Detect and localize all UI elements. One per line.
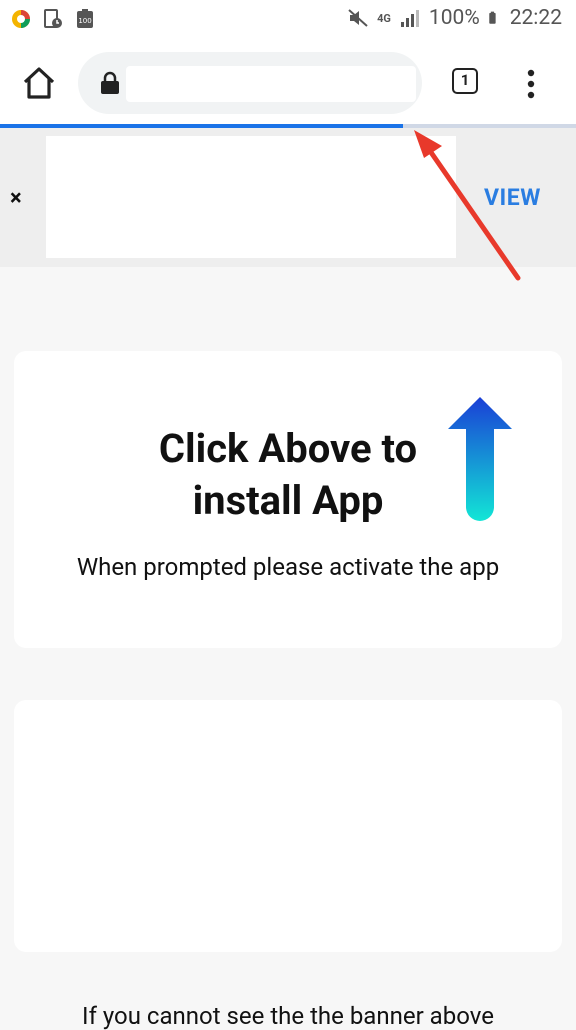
install-instructions-card: Click Above to install App When prompted…: [14, 351, 562, 648]
omnibox[interactable]: [78, 52, 422, 114]
battery-percent: 100%: [428, 6, 480, 30]
tab-switcher-button[interactable]: 1: [452, 68, 478, 94]
clock: 22:22: [509, 6, 562, 30]
banner-view-button[interactable]: VIEW: [484, 184, 541, 211]
url-input[interactable]: [126, 66, 416, 102]
svg-text:100: 100: [78, 17, 91, 25]
file-clock-icon: [44, 9, 62, 28]
status-left-icons: 100: [10, 8, 96, 30]
browser-toolbar: 1: [0, 40, 576, 126]
banner-app-info[interactable]: [46, 136, 456, 258]
menu-icon[interactable]: [520, 68, 542, 100]
battery-100-icon: 100: [77, 9, 93, 28]
banner-close-button[interactable]: ×: [10, 186, 22, 211]
home-icon[interactable]: [20, 64, 58, 102]
install-instructions-subtitle: When prompted please activate the app: [76, 553, 500, 581]
network-type: 4G: [377, 11, 391, 25]
install-banner: × VIEW: [0, 128, 576, 267]
status-bar: 100 4G 100% 22:22: [0, 0, 576, 40]
app-notification-icon: [12, 10, 30, 28]
lock-icon[interactable]: [100, 71, 120, 95]
status-right-icons: 4G 100% 22:22: [347, 6, 562, 30]
battery-icon: [488, 11, 496, 24]
signal-icon: [400, 10, 419, 27]
fallback-instructions-text: If you cannot see the the banner above: [82, 1002, 494, 1030]
mute-icon: [348, 9, 368, 27]
tab-count: 1: [460, 71, 470, 89]
up-arrow-icon: [448, 397, 512, 521]
blank-content-card: [14, 700, 562, 952]
